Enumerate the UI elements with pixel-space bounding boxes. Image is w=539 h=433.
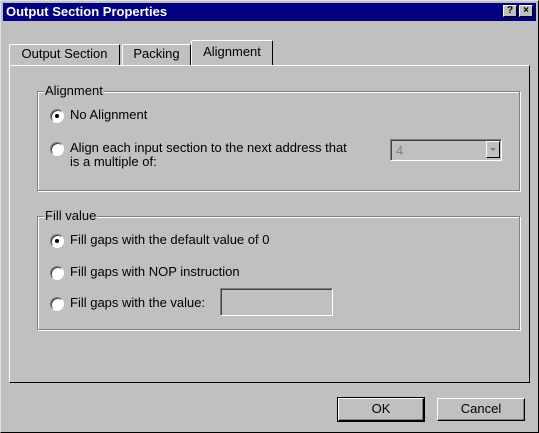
window-title: Output Section Properties (6, 4, 168, 19)
fill-value-label: Fill gaps with the value: (70, 295, 206, 310)
radio-indicator (50, 297, 64, 311)
tab-packing[interactable]: Packing (122, 44, 191, 65)
fill-nop-label: Fill gaps with NOP instruction (70, 264, 240, 279)
radio-selected-indicator (50, 234, 64, 248)
tab-label: Output Section (21, 46, 108, 61)
alignment-multiple-value: 4 (396, 143, 404, 158)
radio-indicator (50, 142, 64, 156)
align-multiple-label-line2: is a multiple of: (70, 154, 157, 169)
properties-dialog: Output Section Properties ? × Output Sec… (0, 0, 539, 433)
close-icon: × (523, 5, 529, 16)
fill-value-group: Fill value Fill gaps with the default va… (37, 208, 520, 330)
fill-default-radio[interactable]: Fill gaps with the default value of 0 (50, 232, 350, 250)
close-button[interactable]: × (519, 5, 533, 17)
alignment-multiple-combobox[interactable]: 4 (390, 139, 502, 161)
align-multiple-label-line1: Align each input section to the next add… (70, 140, 347, 155)
help-icon: ? (506, 5, 514, 16)
cancel-button-label: Cancel (460, 401, 502, 416)
fill-default-label: Fill gaps with the default value of 0 (70, 232, 270, 247)
help-button[interactable]: ? (503, 5, 517, 17)
alignment-group-label: Alignment (44, 83, 104, 98)
tab-alignment[interactable]: Alignment (191, 40, 273, 65)
title-bar[interactable]: Output Section Properties ? × (3, 3, 536, 21)
ok-button[interactable]: OK (337, 397, 425, 422)
fill-nop-radio[interactable]: Fill gaps with NOP instruction (50, 264, 350, 282)
dropdown-button[interactable] (486, 141, 500, 158)
fill-value-radio[interactable]: Fill gaps with the value: (50, 295, 220, 313)
chevron-down-icon (490, 148, 496, 151)
no-alignment-label: No Alignment (70, 107, 148, 122)
no-alignment-radio[interactable]: No Alignment (50, 107, 250, 125)
fill-value-group-label: Fill value (44, 208, 98, 223)
ok-button-label: OK (371, 401, 391, 416)
radio-indicator (50, 266, 64, 280)
align-multiple-radio[interactable]: Align each input section to the next add… (50, 140, 380, 176)
cancel-button[interactable]: Cancel (437, 398, 525, 421)
tab-label: Alignment (203, 44, 261, 59)
tab-label: Packing (133, 46, 180, 61)
tab-output-section[interactable]: Output Section (9, 44, 120, 65)
fill-value-input[interactable] (220, 288, 333, 316)
radio-selected-indicator (50, 109, 64, 123)
alignment-group: Alignment No Alignment Align each input … (37, 83, 520, 191)
alignment-tab-panel: Alignment No Alignment Align each input … (9, 65, 530, 383)
